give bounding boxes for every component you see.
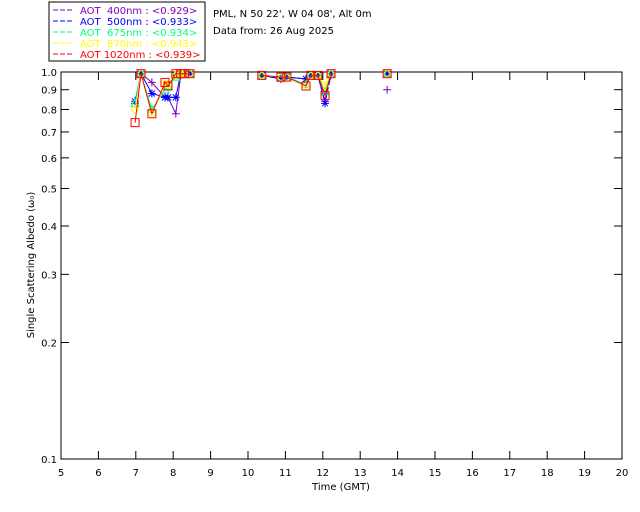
x-tick-label: 19 — [578, 468, 591, 479]
x-tick-label: 6 — [95, 468, 101, 479]
x-tick-label: 12 — [316, 468, 329, 479]
x-tick-label: 14 — [391, 468, 404, 479]
plot-frame — [60, 71, 623, 460]
data-point-star — [147, 89, 156, 98]
x-tick-label: 8 — [170, 468, 176, 479]
legend-entry: AOT 400nm : <0.929> — [80, 6, 197, 17]
x-tick-label: 7 — [133, 468, 139, 479]
x-tick-label: 5 — [58, 468, 64, 479]
y-axis-label: Single Scattering Albedo (ω₀) — [26, 192, 37, 339]
x-tick-label: 20 — [616, 468, 629, 479]
data-point-plus — [383, 85, 392, 94]
y-tick-label: 0.4 — [41, 222, 57, 233]
chart-svg: 5 6 7 8 9 10 11 12 13 14 15 16 17 18 19 20 0.1 0.2 0.3 0.4 0… — [26, 1, 629, 493]
legend-entry: AOT 870nm : <0.943> — [80, 39, 197, 50]
y-tick-label: 0.5 — [41, 184, 57, 195]
y-tick-label: 0.6 — [41, 154, 57, 165]
legend-entry: AOT 500nm : <0.933> — [80, 17, 197, 28]
x-tick-label: 16 — [466, 468, 479, 479]
y-tick-label: 1.0 — [41, 68, 57, 79]
data-point-star — [163, 93, 172, 102]
chart-root: 5 6 7 8 9 10 11 12 13 14 15 16 17 18 19 20 0.1 0.2 0.3 0.4 0… — [0, 0, 640, 512]
y-tick-label: 0.7 — [41, 128, 57, 139]
series-0 — [131, 69, 392, 118]
y-tick-label: 0.3 — [41, 270, 57, 281]
x-tick-label: 9 — [207, 468, 213, 479]
x-tick-label: 11 — [279, 468, 292, 479]
data-point-star — [321, 99, 330, 108]
y-tick-label: 0.9 — [41, 86, 57, 97]
y-tick-label: 0.8 — [41, 106, 57, 117]
location-text: PML, N 50 22', W 04 08', Alt 0m — [213, 9, 372, 20]
legend-entry: AOT 1020nm : <0.939> — [80, 50, 200, 61]
x-tick-label: 15 — [429, 468, 442, 479]
y-tick-label: 0.1 — [41, 455, 57, 466]
x-tick-label: 17 — [503, 468, 516, 479]
x-axis-label: Time (GMT) — [311, 482, 370, 493]
x-tick-label: 18 — [541, 468, 554, 479]
data-point-plus — [171, 109, 180, 118]
date-text: Data from: 26 Aug 2025 — [213, 26, 334, 37]
series-3 — [130, 68, 392, 119]
data-point-star — [171, 93, 180, 102]
x-tick-label: 10 — [242, 468, 255, 479]
y-tick-label: 0.2 — [41, 339, 57, 350]
legend-entry: AOT 675nm : <0.934> — [80, 28, 197, 39]
x-tick-label: 13 — [354, 468, 367, 479]
